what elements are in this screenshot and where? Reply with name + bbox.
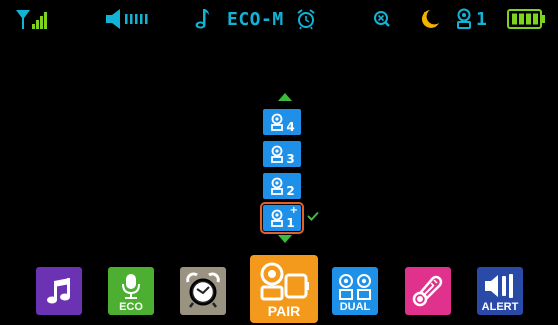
dual-button[interactable]: DUAL xyxy=(332,267,378,315)
dual-camera-icon xyxy=(339,274,371,300)
temperature-button[interactable] xyxy=(405,267,451,315)
alert-button-label: ALERT xyxy=(481,301,519,313)
dual-button-label: DUAL xyxy=(339,301,371,313)
camera-slot-4[interactable]: 4 xyxy=(263,109,301,135)
alarm-button[interactable] xyxy=(180,267,226,315)
pair-button[interactable]: PAIR xyxy=(250,255,318,323)
camera-pair-list: 4 3 2 1 + xyxy=(259,90,329,250)
eco-button-label: ECO xyxy=(119,301,143,313)
battery-icon xyxy=(507,8,547,30)
music-icon xyxy=(47,278,70,304)
speaker-alert-icon xyxy=(485,274,513,298)
camera-slot-3[interactable]: 3 xyxy=(263,141,301,167)
paired-plus-mark: + xyxy=(289,205,298,216)
microphone-icon xyxy=(122,274,140,299)
alert-button[interactable]: ALERT xyxy=(477,267,523,315)
camera-slot-1[interactable]: 1 + xyxy=(260,202,304,234)
pair-button-label: PAIR xyxy=(267,303,301,319)
status-bar: ECO-M 1 xyxy=(0,0,558,38)
camera-icon xyxy=(457,8,471,29)
night-mode-icon xyxy=(421,8,441,30)
camera-slot-2[interactable]: 2 xyxy=(263,173,301,199)
camera-icon xyxy=(271,145,284,163)
signal-icon xyxy=(14,8,48,30)
scroll-down-arrow-icon[interactable] xyxy=(278,235,292,243)
eco-mode-text: ECO-M xyxy=(227,8,284,30)
volume-icon xyxy=(104,8,152,30)
camera-number: 1 xyxy=(476,8,488,30)
eco-mode-label: ECO-M xyxy=(227,8,284,30)
music-button[interactable] xyxy=(36,267,82,315)
camera-slot-number: 1 xyxy=(286,216,295,230)
zoom-icon xyxy=(373,8,391,30)
scroll-up-arrow-icon[interactable] xyxy=(278,93,292,101)
pair-camera-icon xyxy=(260,262,309,301)
camera-slot-number: 2 xyxy=(286,184,295,198)
thermometer-icon xyxy=(412,275,443,307)
alarm-clock-icon xyxy=(186,272,220,308)
camera-slot-number: 4 xyxy=(286,120,295,134)
alarm-clock-icon xyxy=(296,8,316,30)
eco-button[interactable]: ECO xyxy=(108,267,154,315)
camera-indicator: 1 xyxy=(454,8,487,30)
music-note-icon xyxy=(194,8,210,30)
camera-slot-number: 3 xyxy=(286,152,295,166)
menu-dock: ECO PAIR DUAL ALERT xyxy=(0,255,558,325)
camera-icon xyxy=(271,209,284,227)
camera-icon xyxy=(271,177,284,195)
checkmark-icon xyxy=(307,211,319,221)
camera-icon xyxy=(271,113,284,131)
